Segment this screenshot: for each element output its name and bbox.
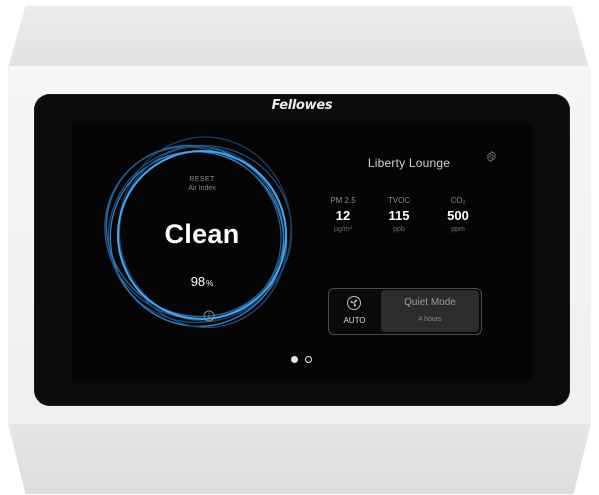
metric-value: 12 [335,208,351,223]
metric-value: 115 [388,208,410,223]
auto-mode-label: AUTO [343,316,366,325]
touch-screen: RESET Air Index Clean 98% Liberty Lounge… [72,123,532,381]
auto-mode-button[interactable]: AUTO [329,289,380,334]
auto-fan-icon [347,296,361,310]
percent-value: 98 [190,274,206,289]
metric-tvoc: TVOC 115 ppb [374,196,424,233]
metric-label: PM 2.5 [330,196,356,205]
page-dot-active[interactable] [291,356,298,363]
metric-unit: ppb [393,226,405,233]
metric-co2: CO₂ 500 ppm [433,196,483,233]
room-name: Liberty Lounge [367,156,451,170]
metric-unit: ppm [451,226,465,233]
reset-air-index-button[interactable]: RESET [162,176,242,183]
metric-unit: µg/m³ [333,226,353,233]
quiet-mode-button[interactable]: Quiet Mode 4 hours [381,290,479,332]
air-index-percent: 98% [172,273,232,291]
device-housing-bottom [8,424,591,494]
page-dot-inactive[interactable] [305,356,312,363]
brand-logo: Fellowes [271,98,333,113]
metric-value: 500 [447,208,469,223]
gear-icon[interactable] [485,150,498,163]
device-housing-top [8,6,589,68]
metric-label: TVOC [387,196,411,205]
fan-mode-selector: AUTO Quiet Mode 4 hours [328,288,482,335]
air-quality-status: Clean [164,219,240,249]
percent-unit: % [206,279,214,288]
quiet-mode-duration: 4 hours [418,316,442,323]
air-index-label: Air Index [188,185,216,192]
metric-label: CO₂ [450,196,466,205]
quiet-mode-title: Quiet Mode [404,297,456,308]
info-icon[interactable] [203,310,215,322]
metric-pm25: PM 2.5 12 µg/m³ [318,196,368,233]
